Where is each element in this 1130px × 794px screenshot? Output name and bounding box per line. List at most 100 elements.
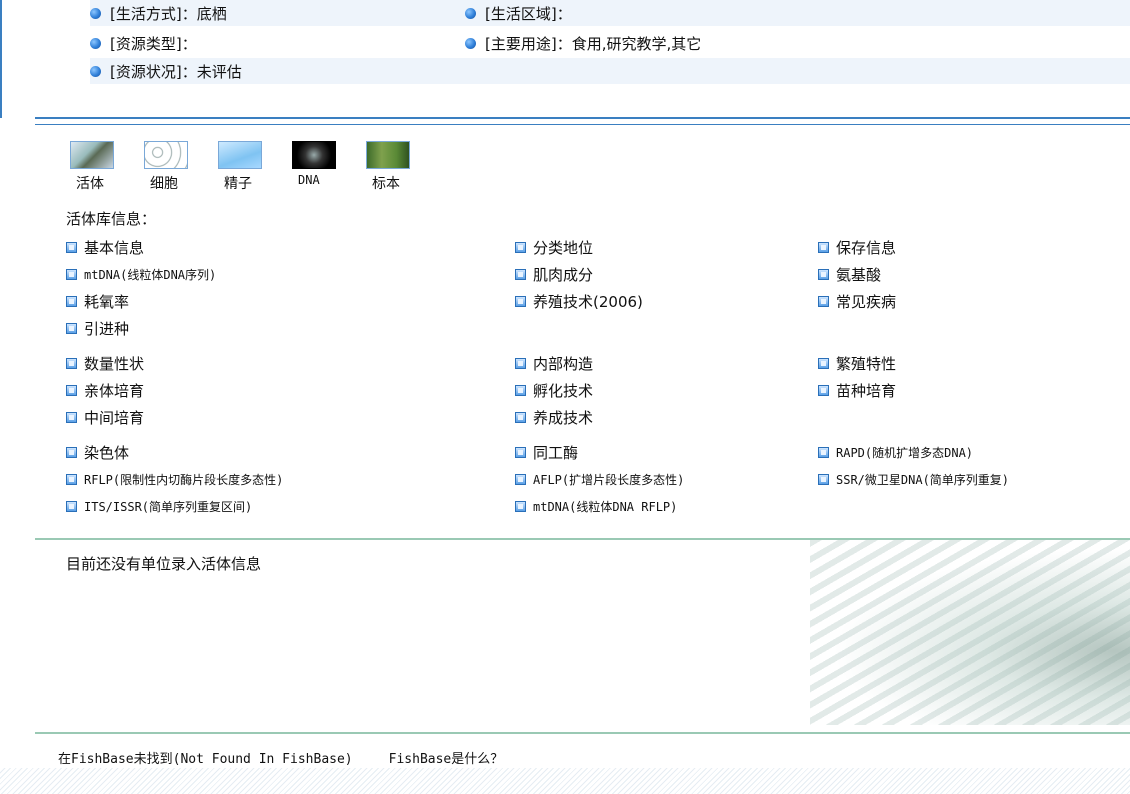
attribute-item: [资源状况]：未评估 [90,61,242,82]
info-link[interactable]: 繁殖特性 [818,353,1118,374]
info-link[interactable]: 养殖技术(2006) [515,291,818,312]
link-square-icon [515,296,526,307]
tab-label[interactable]: 活体 [76,173,104,193]
tab-live[interactable]: 活体 [70,141,144,193]
not-found-in-fishbase-link[interactable]: 在FishBase未找到(Not Found In FishBase) [58,748,353,767]
info-link[interactable]: AFLP(扩增片段长度多态性) [515,471,818,488]
attribute-item: [生活区域]： [465,3,572,24]
info-group: 基本信息 分类地位 保存信息 mtDNA(线粒体DNA序列) 肌肉成分 氨基酸耗氧率 养殖技… [66,234,1130,342]
no-unit-message: 目前还没有单位录入活体信息 [66,555,262,573]
info-link-label[interactable]: AFLP(扩增片段长度多态性) [533,471,684,488]
info-link[interactable]: ITS/ISSR(简单序列重复区间) [66,498,515,515]
info-link-label[interactable]: 保存信息 [836,237,896,258]
tab-dna[interactable]: DNA [292,141,366,193]
info-link[interactable]: 苗种培育 [818,380,1118,401]
resource-tab-strip: 活体 细胞 精子 DNA 标本 [70,141,440,193]
section-divider [35,124,1130,125]
what-is-fishbase-link[interactable]: FishBase是什么？ [389,748,504,767]
info-row: 数量性状 内部构造 繁殖特性 [66,350,1130,377]
info-link-label[interactable]: 中间培育 [84,407,144,428]
info-link[interactable]: 孵化技术 [515,380,818,401]
info-link[interactable]: 数量性状 [66,353,515,374]
info-link-label[interactable]: 引进种 [84,318,129,339]
link-square-icon [515,242,526,253]
info-link[interactable]: 同工酶 [515,442,818,463]
tab-sperm[interactable]: 精子 [218,141,292,193]
info-link-label[interactable]: 耗氧率 [84,291,129,312]
info-link-label[interactable]: 繁殖特性 [836,353,896,374]
info-link-label[interactable]: mtDNA(线粒体DNA序列) [84,266,216,283]
bullet-icon [90,38,101,49]
info-link[interactable]: 常见疾病 [818,291,1118,312]
info-link[interactable]: 耗氧率 [66,291,515,312]
link-square-icon [515,501,526,512]
specimen-thumb-icon[interactable] [366,141,410,169]
info-row: 染色体 同工酶 RAPD(随机扩增多态DNA) [66,439,1130,466]
info-link[interactable]: 分类地位 [515,237,818,258]
info-row: ITS/ISSR(简单序列重复区间) mtDNA(线粒体DNA RFLP) [66,493,1130,520]
info-link-label[interactable]: 养殖技术(2006) [533,291,643,312]
attribute-text: [资源类型]： [110,35,197,53]
tab-label[interactable]: 精子 [224,173,252,193]
info-link-label[interactable]: 基本信息 [84,237,144,258]
info-link[interactable]: 养成技术 [515,407,818,428]
link-square-icon [515,412,526,423]
attribute-panel: [生活方式]：底栖 [生活区域]： [资源类型]： [主要用途]：食用,研究教学… [0,0,1130,118]
section-divider [35,117,1130,119]
link-square-icon [66,358,77,369]
attribute-text: [主要用途]：食用,研究教学,其它 [485,35,702,53]
link-square-icon [818,358,829,369]
info-link-label[interactable]: 孵化技术 [533,380,593,401]
tab-specimen[interactable]: 标本 [366,141,440,193]
info-link[interactable]: 基本信息 [66,237,515,258]
info-link[interactable]: RAPD(随机扩增多态DNA) [818,444,1118,461]
link-square-icon [818,296,829,307]
info-link-label[interactable]: 亲体培育 [84,380,144,401]
info-link-label[interactable]: 苗种培育 [836,380,896,401]
info-link-label[interactable]: 肌肉成分 [533,264,593,285]
info-link-label[interactable]: 氨基酸 [836,264,881,285]
info-link-label[interactable]: 同工酶 [533,442,578,463]
tab-label[interactable]: 细胞 [150,173,178,193]
info-link-label[interactable]: SSR/微卫星DNA(简单序列重复) [836,471,1009,488]
attribute-row: [资源状况]：未评估 [90,58,1130,84]
info-link-label[interactable]: RAPD(随机扩增多态DNA) [836,444,973,461]
link-square-icon [818,269,829,280]
tab-cell[interactable]: 细胞 [144,141,218,193]
bullet-icon [465,38,476,49]
info-link[interactable]: 引进种 [66,318,515,339]
info-link-label[interactable]: 养成技术 [533,407,593,428]
info-link[interactable]: mtDNA(线粒体DNA RFLP) [515,498,818,515]
info-link[interactable]: RFLP(限制性内切酶片段长度多态性) [66,471,515,488]
info-link[interactable]: 中间培育 [66,407,515,428]
info-link-label[interactable]: 分类地位 [533,237,593,258]
info-link[interactable]: 保存信息 [818,237,1118,258]
info-link-label[interactable]: 常见疾病 [836,291,896,312]
live-fish-thumb-icon[interactable] [70,141,114,169]
info-link-label[interactable]: 内部构造 [533,353,593,374]
info-link[interactable]: 亲体培育 [66,380,515,401]
info-link-label[interactable]: RFLP(限制性内切酶片段长度多态性) [84,471,283,488]
dna-thumb-icon[interactable] [292,141,336,169]
attribute-item: [资源类型]： [90,33,197,54]
info-link[interactable]: mtDNA(线粒体DNA序列) [66,266,515,283]
tab-label[interactable]: 标本 [372,173,400,193]
info-link-label[interactable]: ITS/ISSR(简单序列重复区间) [84,498,252,515]
attribute-text: [生活区域]： [485,5,572,23]
info-link[interactable]: 氨基酸 [818,264,1118,285]
tab-label[interactable]: DNA [298,173,320,187]
info-link-label[interactable]: 数量性状 [84,353,144,374]
cell-thumb-icon[interactable] [144,141,188,169]
info-link-label[interactable]: mtDNA(线粒体DNA RFLP) [533,498,677,515]
info-group: 染色体 同工酶 RAPD(随机扩增多态DNA) RFLP(限制性内切酶片段长度多态性)… [66,439,1130,520]
info-link[interactable]: 内部构造 [515,353,818,374]
link-square-icon [66,412,77,423]
link-square-icon [66,447,77,458]
link-square-icon [515,358,526,369]
info-row: mtDNA(线粒体DNA序列) 肌肉成分 氨基酸 [66,261,1130,288]
sperm-thumb-icon[interactable] [218,141,262,169]
info-link[interactable]: SSR/微卫星DNA(简单序列重复) [818,471,1118,488]
info-link[interactable]: 肌肉成分 [515,264,818,285]
info-link[interactable]: 染色体 [66,442,515,463]
info-link-label[interactable]: 染色体 [84,442,129,463]
